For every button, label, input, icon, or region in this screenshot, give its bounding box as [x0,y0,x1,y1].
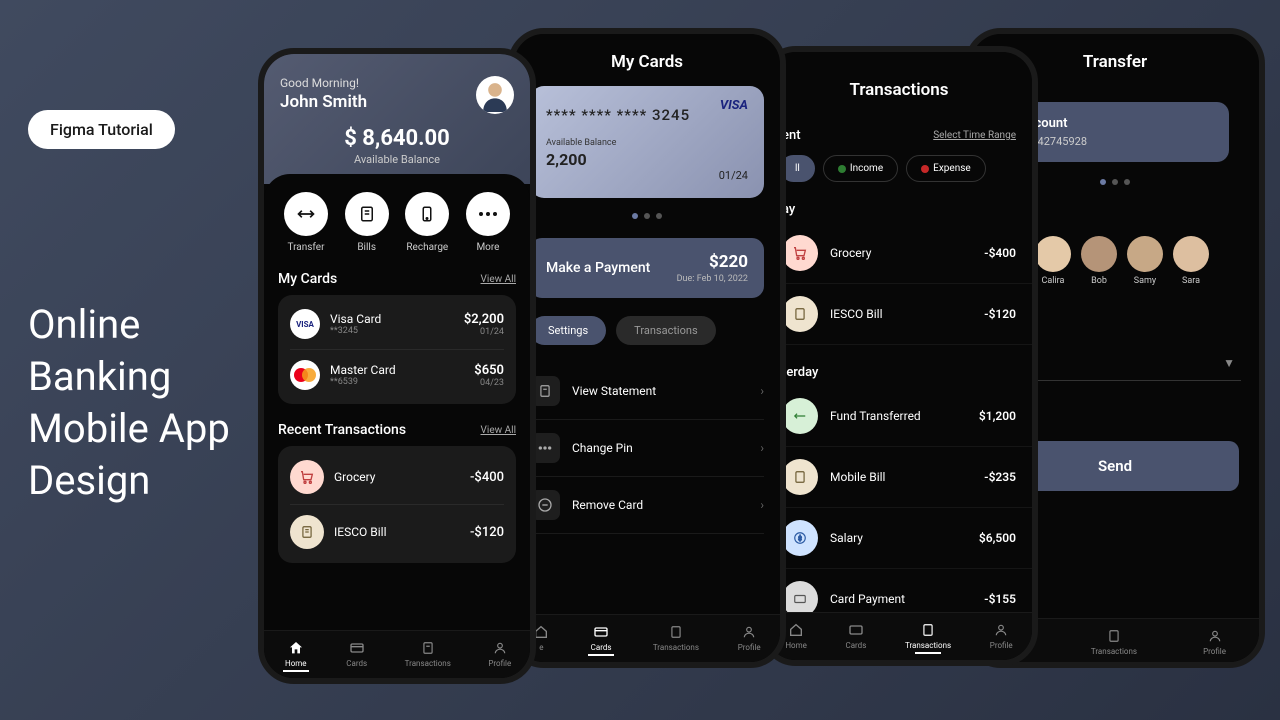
day-today: ay [782,202,1016,217]
visa-icon: VISA [290,309,320,339]
nav-transactions[interactable]: Transactions [653,623,699,656]
contact[interactable]: Calira [1035,236,1071,286]
tx-row[interactable]: Mobile Bill-$235 [766,447,1032,508]
svg-text:$: $ [798,534,802,542]
phone-transactions: Transactions ent Select Time Range ll In… [760,46,1038,666]
nav-cards[interactable]: Cards [588,623,614,656]
balance-amount: $ 8,640.00 [280,126,514,151]
action-bills[interactable]: Bills [345,192,389,253]
page-title: Transactions [766,52,1032,100]
nav-transactions[interactable]: Transactions [405,639,451,672]
remove-card[interactable]: Remove Card› [530,477,764,534]
contact[interactable]: Samy [1127,236,1163,286]
nav-profile[interactable]: Profile [1203,627,1226,656]
figma-tutorial-badge: Figma Tutorial [28,110,175,149]
nav-profile[interactable]: Profile [488,639,511,672]
visa-logo: VISA [720,98,748,113]
nav-transactions[interactable]: Transactions [1091,627,1137,656]
card-row-master[interactable]: Master Card**6539 $65004/23 [290,350,504,400]
tx-row[interactable]: Fund Transferred$1,200 [766,386,1032,447]
recent-tx-heading: Recent Transactions [278,422,406,438]
card-number: **** **** **** 3245 [546,106,748,124]
view-all-cards[interactable]: View All [481,274,516,285]
nav-transactions[interactable]: Transactions [905,621,951,654]
dollar-icon: $ [782,520,818,556]
nav-home[interactable]: Home [785,621,807,654]
credit-card[interactable]: VISA **** **** **** 3245 Available Balan… [530,86,764,198]
nav-profile[interactable]: Profile [990,621,1013,654]
change-pin[interactable]: Change Pin› [530,420,764,477]
chevron-right-icon: › [760,498,764,512]
phone-cards: My Cards VISA **** **** **** 3245 Availa… [508,28,786,668]
action-more[interactable]: More [466,192,510,253]
tx-row[interactable]: Grocery -$400 [290,450,504,505]
day-yesterday: terday [782,365,1016,380]
bottom-nav: Home Cards Transactions Profile [766,612,1032,660]
nav-profile[interactable]: Profile [738,623,761,656]
action-recharge[interactable]: Recharge [405,192,449,253]
chip-income[interactable]: Income [823,155,898,182]
nav-home[interactable]: Home [283,639,309,672]
cart-icon [290,460,324,494]
tx-row[interactable]: IESCO Bill-$120 [766,284,1032,345]
hero-title: Online Banking Mobile App Design [28,299,230,507]
view-all-tx[interactable]: View All [481,425,516,436]
contact[interactable]: Sara [1173,236,1209,286]
view-statement[interactable]: View Statement› [530,363,764,420]
nav-cards[interactable]: Cards [845,621,866,654]
balance-label: Available Balance [280,153,514,166]
chevron-down-icon: ▼ [1223,356,1235,370]
chevron-right-icon: › [760,441,764,455]
bill-icon [290,515,324,549]
nav-cards[interactable]: Cards [346,639,367,672]
page-dots [514,208,780,222]
select-time-range[interactable]: Select Time Range [933,130,1016,141]
tab-settings[interactable]: Settings [530,316,606,345]
tx-row[interactable]: Grocery-$400 [766,223,1032,284]
transfer-icon [782,398,818,434]
bottom-nav: Home Cards Transactions Profile [264,630,530,678]
cart-icon [782,235,818,271]
action-transfer[interactable]: Transfer [284,192,328,253]
chip-expense[interactable]: Expense [906,155,986,182]
phone-home: Good Morning! John Smith $ 8,640.00 Avai… [258,48,536,684]
contact[interactable]: Bob [1081,236,1117,286]
chevron-right-icon: › [760,384,764,398]
avatar[interactable] [476,76,514,114]
tx-row[interactable]: $Salary$6,500 [766,508,1032,569]
bottom-nav: e Cards Transactions Profile [514,614,780,662]
tab-transactions[interactable]: Transactions [616,316,715,345]
make-payment-card[interactable]: Make a Payment $220Due: Feb 10, 2022 [530,238,764,298]
card-row-visa[interactable]: VISA Visa Card**3245 $2,20001/24 [290,299,504,350]
my-cards-heading: My Cards [278,271,337,287]
bill-icon [782,459,818,495]
page-title: My Cards [514,34,780,72]
bill-icon [782,296,818,332]
tx-row[interactable]: IESCO Bill -$120 [290,505,504,559]
mastercard-icon [290,360,320,390]
